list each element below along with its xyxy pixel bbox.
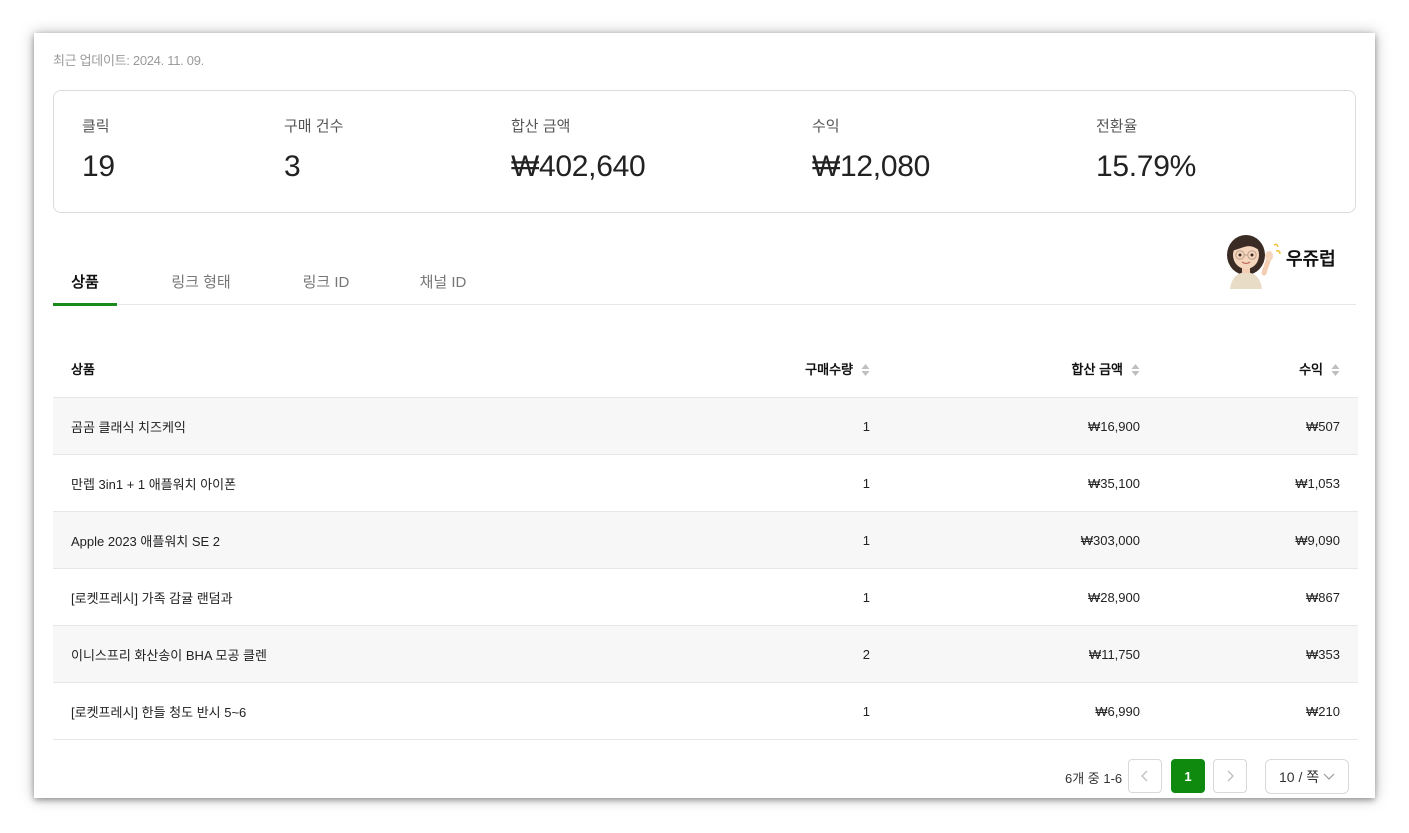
column-label: 수익 <box>1299 362 1323 377</box>
stats-card: 클릭 19 구매 건수 3 합산 금액 ₩402,640 수익 ₩12,080 … <box>53 90 1356 213</box>
sort-icon[interactable] <box>861 363 870 377</box>
stat-value: ₩402,640 <box>511 150 646 183</box>
cell-quantity: 1 <box>693 682 888 740</box>
page-number-button[interactable]: 1 <box>1171 759 1205 793</box>
prev-page-button[interactable] <box>1128 759 1162 793</box>
cell-total-amount: ₩303,000 <box>888 511 1158 569</box>
page-size-select[interactable]: 10 / 쪽 <box>1265 759 1349 794</box>
column-label: 구매수량 <box>805 362 853 377</box>
cell-product: 이니스프리 화산송이 BHA 모공 클렌 <box>53 625 693 683</box>
stat-value: 15.79% <box>1096 150 1196 183</box>
cell-profit: ₩9,090 <box>1158 511 1358 569</box>
stat-purchases: 구매 건수 3 <box>284 115 343 184</box>
cell-profit: ₩867 <box>1158 568 1358 626</box>
cell-profit: ₩210 <box>1158 682 1358 740</box>
tab-label: 링크 ID <box>302 274 350 291</box>
cell-profit: ₩1,053 <box>1158 454 1358 512</box>
page-size-value: 10 / 쪽 <box>1279 768 1320 785</box>
table-row: [로켓프레시] 가족 감귤 랜덤과 1 ₩28,900 ₩867 <box>53 568 1358 626</box>
chevron-left-icon <box>1141 770 1148 782</box>
stat-value: 3 <box>284 150 301 183</box>
tab-label: 링크 형태 <box>171 274 231 291</box>
tab-link-type[interactable]: 링크 형태 <box>161 271 241 303</box>
column-header-quantity[interactable]: 구매수량 <box>693 340 888 398</box>
cell-product: [로켓프레시] 가족 감귤 랜덤과 <box>53 568 693 626</box>
table-row: Apple 2023 애플워치 SE 2 1 ₩303,000 ₩9,090 <box>53 511 1358 569</box>
chevron-down-icon <box>1323 773 1335 780</box>
table-row: [로켓프레시] 한들 청도 반시 5~6 1 ₩6,990 ₩210 <box>53 682 1358 740</box>
report-window: 최근 업데이트: 2024. 11. 09. 클릭 19 구매 건수 3 합산 … <box>34 33 1375 798</box>
sort-icon[interactable] <box>1131 363 1140 377</box>
cell-quantity: 1 <box>693 397 888 455</box>
cell-quantity: 1 <box>693 454 888 512</box>
tab-bar: 상품 링크 형태 링크 ID 채널 ID <box>53 257 1356 306</box>
tab-label: 상품 <box>71 274 99 291</box>
cell-quantity: 2 <box>693 625 888 683</box>
cell-product: 만렙 3in1 + 1 애플워치 아이폰 <box>53 454 693 512</box>
cell-profit: ₩507 <box>1158 397 1358 455</box>
table-row: 곰곰 클래식 치즈케익 1 ₩16,900 ₩507 <box>53 397 1358 455</box>
stat-label: 전환율 <box>1096 118 1138 135</box>
stat-value: ₩12,080 <box>812 150 930 183</box>
column-header-product: 상품 <box>53 340 693 398</box>
stat-total-amount: 합산 금액 ₩402,640 <box>511 115 646 184</box>
product-table: 상품 구매수량 합산 금액 수익 곰곰 클래식 치즈케익 1 ₩16,900 ₩… <box>53 340 1358 740</box>
tab-label: 채널 ID <box>419 274 467 291</box>
stat-label: 구매 건수 <box>284 118 344 135</box>
stat-label: 합산 금액 <box>511 118 571 135</box>
cell-product: [로켓프레시] 한들 청도 반시 5~6 <box>53 682 693 740</box>
cell-total-amount: ₩6,990 <box>888 682 1158 740</box>
column-label: 상품 <box>71 362 95 377</box>
pagination: 6개 중 1-6 1 10 / 쪽 <box>34 759 1375 795</box>
stat-label: 클릭 <box>82 118 110 135</box>
table-row: 만렙 3in1 + 1 애플워치 아이폰 1 ₩35,100 ₩1,053 <box>53 454 1358 512</box>
next-page-button[interactable] <box>1213 759 1247 793</box>
tab-channel-id[interactable]: 채널 ID <box>407 271 479 303</box>
cell-total-amount: ₩28,900 <box>888 568 1158 626</box>
stat-conversion-rate: 전환율 15.79% <box>1096 115 1196 184</box>
table-row: 이니스프리 화산송이 BHA 모공 클렌 2 ₩11,750 ₩353 <box>53 625 1358 683</box>
stat-clicks: 클릭 19 <box>82 115 115 184</box>
cell-total-amount: ₩11,750 <box>888 625 1158 683</box>
cell-quantity: 1 <box>693 568 888 626</box>
last-updated-text: 최근 업데이트: 2024. 11. 09. <box>53 53 204 68</box>
chevron-right-icon <box>1227 770 1234 782</box>
cell-total-amount: ₩35,100 <box>888 454 1158 512</box>
column-label: 합산 금액 <box>1071 362 1123 377</box>
cell-product: Apple 2023 애플워치 SE 2 <box>53 511 693 569</box>
stat-profit: 수익 ₩12,080 <box>812 115 930 184</box>
column-header-total-amount[interactable]: 합산 금액 <box>888 340 1158 398</box>
tab-product[interactable]: 상품 <box>53 271 117 306</box>
stat-value: 19 <box>82 150 115 183</box>
pagination-summary: 6개 중 1-6 <box>1065 771 1123 786</box>
stat-label: 수익 <box>812 118 840 135</box>
cell-product: 곰곰 클래식 치즈케익 <box>53 397 693 455</box>
cell-total-amount: ₩16,900 <box>888 397 1158 455</box>
sort-icon[interactable] <box>1331 363 1340 377</box>
cell-profit: ₩353 <box>1158 625 1358 683</box>
column-header-profit[interactable]: 수익 <box>1158 340 1358 398</box>
table-header-row: 상품 구매수량 합산 금액 수익 <box>53 340 1358 398</box>
cell-quantity: 1 <box>693 511 888 569</box>
tab-link-id[interactable]: 링크 ID <box>291 271 361 303</box>
